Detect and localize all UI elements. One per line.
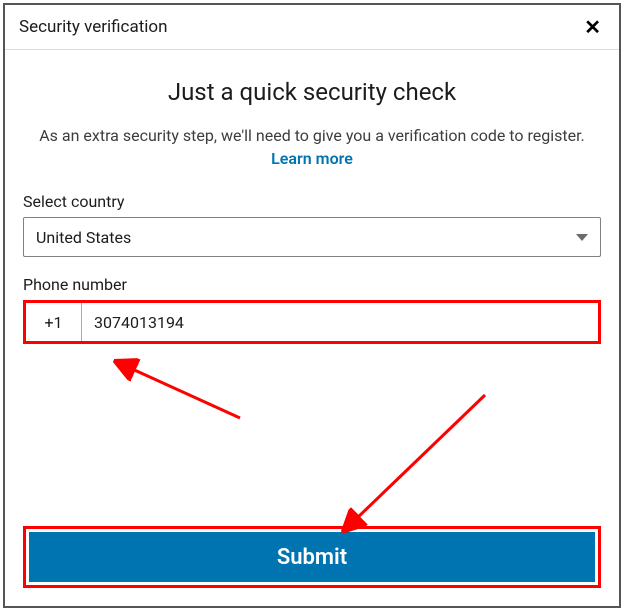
close-icon[interactable]: ✕ bbox=[580, 15, 605, 39]
subtext-body: As an extra security step, we'll need to… bbox=[39, 126, 585, 145]
phone-input[interactable] bbox=[82, 303, 598, 341]
dialog-title: Security verification bbox=[19, 17, 167, 37]
submit-button[interactable]: Submit bbox=[29, 532, 595, 582]
phone-row: +1 bbox=[23, 300, 601, 344]
country-select[interactable]: United States bbox=[23, 217, 601, 257]
security-verification-dialog: Security verification ✕ Just a quick sec… bbox=[3, 3, 621, 608]
country-label: Select country bbox=[23, 192, 601, 211]
dialog-header: Security verification ✕ bbox=[5, 5, 619, 50]
country-selected-value: United States bbox=[36, 228, 576, 247]
phone-label: Phone number bbox=[23, 275, 601, 294]
learn-more-link[interactable]: Learn more bbox=[271, 149, 353, 168]
spacer bbox=[23, 344, 601, 526]
chevron-down-icon bbox=[576, 234, 588, 241]
country-code: +1 bbox=[26, 303, 82, 341]
submit-highlight: Submit bbox=[23, 526, 601, 588]
dialog-content: Just a quick security check As an extra … bbox=[5, 50, 619, 606]
subtext: As an extra security step, we'll need to… bbox=[23, 124, 601, 170]
main-heading: Just a quick security check bbox=[23, 78, 601, 106]
